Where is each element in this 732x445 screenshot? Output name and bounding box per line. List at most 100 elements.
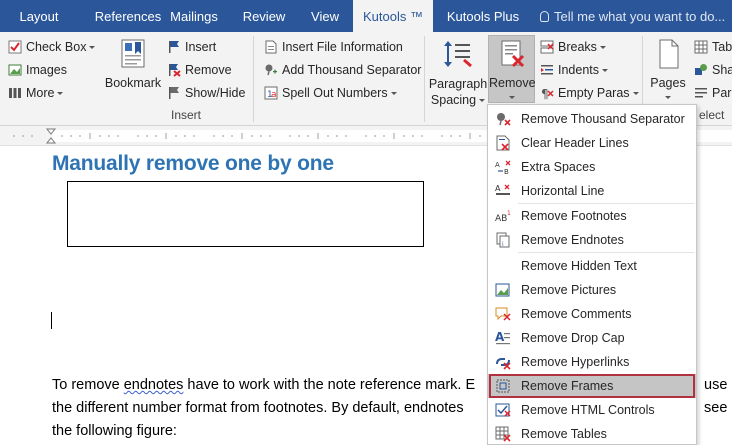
menu-item-remove-drop-cap[interactable]: A Remove Drop Cap [488,326,696,350]
group-label-insert: Insert [171,108,202,122]
para-text: To remove [52,377,124,393]
show-hide-icon [169,87,179,99]
spacing-label: Spacing [430,93,477,107]
shape-icon [695,64,707,75]
svg-text:A: A [495,184,501,193]
svg-text:B: B [504,168,509,175]
paragraph-spacing-icon [444,41,472,68]
add-thousand-separator-label: Add Thousand Separator [282,63,422,77]
body-paragraph-line-1-end: use [704,377,728,393]
menu-item-extra-spaces[interactable]: AB Extra Spaces [488,155,696,179]
images-label: Images [26,63,67,77]
empty-paras-icon: ¶ [541,87,554,100]
tab-kutools-plus[interactable]: Kutools Plus [440,0,526,32]
table-icon [694,40,708,54]
menu-item-remove-comments[interactable]: Remove Comments [488,302,696,326]
word-window: Layout References Mailings Review View K… [0,0,732,445]
menu-item-remove-hidden-text[interactable]: Remove Hidden Text [488,254,696,278]
extra-spaces-icon: AB [495,160,511,175]
spell-out-numbers-icon: 1a [264,86,278,100]
svg-text:a: a [271,90,277,100]
menu-item-remove-hyperlinks[interactable]: Remove Hyperlinks [488,350,696,374]
menu-item-label: Clear Header Lines [521,136,629,150]
remove-big-label: Remove [489,76,536,90]
group-separator [253,36,254,122]
menu-item-remove-tables[interactable]: Remove Tables [488,422,696,445]
menu-item-remove-html-controls[interactable]: Remove HTML Controls [488,398,696,422]
menu-item-label: Remove Pictures [521,283,617,297]
group-separator [424,36,425,122]
menu-item-label: Remove Hyperlinks [521,355,630,369]
menu-item-label: Remove Tables [521,427,607,441]
remove-document-icon [501,40,524,68]
tables-icon [495,426,511,442]
tab-layout[interactable]: Layout [8,0,70,32]
paragraph-icon [695,88,707,98]
pages-button[interactable]: Pages [648,38,688,104]
menu-item-remove-thousand-separator[interactable]: Remove Thousand Separator [488,107,696,131]
table-label: Tabl [712,40,732,54]
empty-paras-label: Empty Paras [558,86,630,100]
tab-view[interactable]: View [304,0,346,32]
file-info-icon [265,40,277,54]
svg-text:1: 1 [507,210,511,217]
menu-item-label: Remove Endnotes [521,233,624,247]
breaks-icon [540,40,554,54]
tab-review[interactable]: Review [238,0,290,32]
pages-icon [659,39,679,69]
text-cursor [51,312,52,329]
svg-text:¶: ¶ [541,87,549,100]
indents-label: Indents [558,63,600,77]
body-paragraph-line-2: the different number format from footnot… [52,400,464,416]
images-icon [8,64,22,76]
indents-icon [541,65,553,75]
clear-header-lines-icon [496,135,510,151]
menu-item-horizontal-line[interactable]: A Horizontal Line [488,179,696,203]
menu-item-remove-footnotes[interactable]: AB 1 Remove Footnotes [488,204,696,228]
menu-item-clear-header-lines[interactable]: Clear Header Lines [488,131,696,155]
body-paragraph-line-2-end: see [704,400,728,416]
show-hide-label: Show/Hide [185,86,246,100]
bookmark-button[interactable]: Bookmark [104,38,162,90]
menu-divider [518,252,694,253]
more-icon [9,88,21,98]
menu-item-remove-endnotes[interactable]: i Remove Endnotes [488,228,696,252]
thousand-separator-add-icon [265,64,277,76]
bookmark-icon [121,39,145,68]
highlight-box [489,374,695,398]
endnotes-icon: i [496,232,510,248]
horizontal-line-icon: A [495,184,510,195]
document-heading: Manually remove one by one [52,152,334,175]
menu-item-label: Remove Drop Cap [521,331,625,345]
menu-item-label: Remove HTML Controls [521,403,655,417]
paragraph-spacing-button[interactable]: Paragraph Spacing [428,38,488,108]
insert-label: Insert [185,40,217,54]
tab-mailings[interactable]: Mailings [162,0,226,32]
remove-flag-icon [169,64,181,77]
remove-dropdown-button[interactable]: Remove [488,35,536,103]
svg-text:A: A [495,330,505,344]
hyperlinks-icon [496,358,511,370]
more-label: More [26,86,55,100]
checkbox-icon [8,40,22,54]
bookmark-label: Bookmark [104,76,162,90]
para-label: Para [712,86,732,100]
tell-me-box[interactable]: Tell me what you want to do... [540,0,725,32]
check-box-label: Check Box [26,40,87,54]
html-controls-icon [495,403,511,417]
pictures-icon [495,283,510,297]
menu-item-label: Extra Spaces [521,160,596,174]
misspelled-word: endnotes [123,377,184,393]
tell-me-text: Tell me what you want to do... [554,9,726,24]
text-frame[interactable] [67,181,424,247]
menu-item-label: Remove Hidden Text [521,259,637,273]
group-label-select: elect [699,108,725,122]
pages-label: Pages [650,76,686,90]
flag-icon [169,41,179,53]
svg-text:AB: AB [495,214,507,224]
body-paragraph-line-3: the following figure: [52,423,177,439]
menu-item-remove-pictures[interactable]: Remove Pictures [488,278,696,302]
tab-kutools[interactable]: Kutools ™ [353,0,433,33]
paragraph-label: Paragraph [428,77,488,91]
body-paragraph-line-1: To remove endnotes have to work with the… [52,377,475,393]
